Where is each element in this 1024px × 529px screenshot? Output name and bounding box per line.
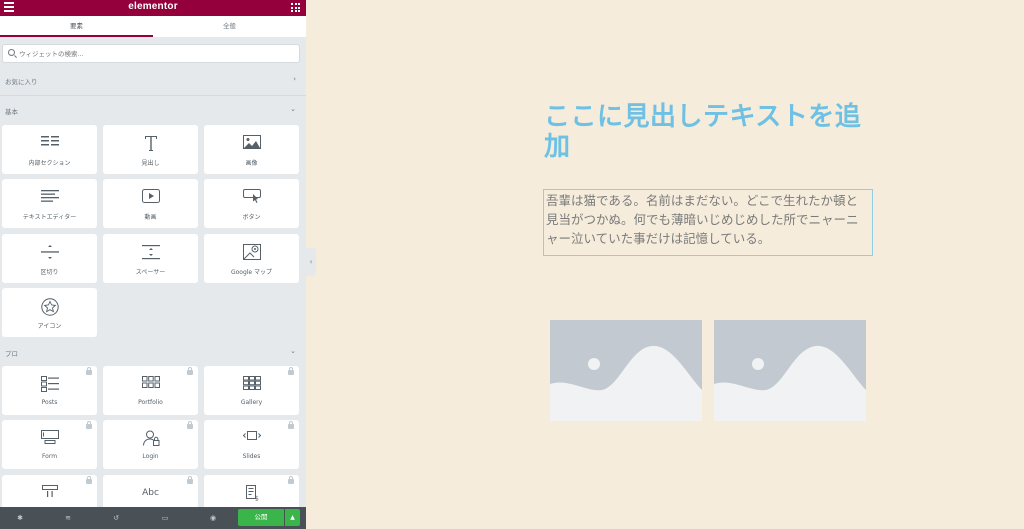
search-input[interactable]: [19, 48, 289, 60]
portfolio-icon: [103, 376, 198, 392]
divider: [0, 95, 306, 96]
widget-text-editor[interactable]: テキストエディター: [2, 179, 97, 228]
section-favorites-label: お気に入り: [5, 78, 38, 86]
widget-label: 内部セクション: [28, 160, 71, 167]
widget-inner-section[interactable]: 内部セクション: [2, 125, 97, 174]
image-placeholder[interactable]: [714, 320, 866, 421]
lock-icon: [187, 367, 193, 375]
divider-icon: [2, 244, 97, 260]
app-title: elementor: [128, 1, 178, 12]
svg-text:$: $: [255, 496, 259, 502]
elementor-panel: elementor 要素 全般 お気に入り › 基本 ⌄ 内部セクション 見出し…: [0, 0, 306, 529]
widget-label: アイコン: [37, 323, 62, 330]
widget-spacer[interactable]: スペーサー: [103, 234, 198, 283]
widget-label: ボタン: [242, 214, 261, 221]
spacer-icon: [103, 244, 198, 260]
lock-icon: [288, 421, 294, 429]
paragraph-text: 吾輩は猫である。名前はまだない。どこで生れたか頓と見当がつかぬ。何でも薄暗いじめ…: [546, 193, 859, 246]
login-icon: [103, 430, 198, 446]
heading-icon: [103, 135, 198, 151]
widget-label: 画像: [245, 160, 258, 167]
publish-button[interactable]: 公開: [238, 509, 284, 526]
widget-slides[interactable]: Slides: [204, 420, 299, 469]
panel-header: elementor: [0, 0, 306, 16]
widget-label: Posts: [41, 399, 58, 406]
image-placeholder[interactable]: [550, 320, 702, 421]
chevron-up-icon[interactable]: ▲: [285, 509, 300, 526]
responsive-mode-icon[interactable]: ▭: [159, 512, 171, 524]
video-icon: [103, 189, 198, 205]
widget-search: [2, 44, 300, 63]
lock-icon: [288, 367, 294, 375]
price-list-icon: $: [204, 485, 299, 503]
tab-elements[interactable]: 要素: [0, 16, 153, 37]
widget-label: Gallery: [240, 399, 263, 406]
inner-section-icon: [2, 135, 97, 151]
widget-google-maps[interactable]: Google マップ: [204, 234, 299, 283]
chevron-down-icon: ⌄: [290, 105, 296, 113]
history-icon[interactable]: ↺: [110, 512, 122, 524]
settings-icon[interactable]: ✱: [14, 512, 26, 524]
widget-icon[interactable]: アイコン: [2, 288, 97, 337]
widgets-grid-icon[interactable]: [291, 3, 300, 12]
form-icon: [2, 430, 97, 446]
collapse-panel-button[interactable]: ‹: [306, 248, 316, 276]
lock-icon: [187, 421, 193, 429]
section-favorites[interactable]: お気に入り ›: [0, 72, 306, 88]
widget-label: 動画: [144, 214, 157, 221]
widget-label: スペーサー: [135, 269, 166, 276]
widget-video[interactable]: 動画: [103, 179, 198, 228]
posts-icon: [2, 376, 97, 392]
navigator-icon[interactable]: ≋: [62, 512, 74, 524]
button-icon: [204, 189, 299, 205]
text-editor-icon: [2, 189, 97, 205]
widget-label: テキストエディター: [22, 214, 77, 221]
lock-icon: [86, 476, 92, 484]
widget-label: Login: [142, 453, 159, 460]
widget-gallery[interactable]: Gallery: [204, 366, 299, 415]
widget-button[interactable]: ボタン: [204, 179, 299, 228]
slides-icon: [204, 430, 299, 446]
widget-divider[interactable]: 区切り: [2, 234, 97, 283]
widget-label: Google マップ: [230, 269, 273, 276]
lock-icon: [288, 476, 294, 484]
widget-image[interactable]: 画像: [204, 125, 299, 174]
panel-footer: ✱ ≋ ↺ ▭ ◉ 公開 ▲: [0, 507, 306, 529]
star-icon: [2, 298, 97, 316]
chevron-right-icon: ›: [293, 75, 296, 83]
widget-login[interactable]: Login: [103, 420, 198, 469]
widget-portfolio[interactable]: Portfolio: [103, 366, 198, 415]
text-editor-block[interactable]: 吾輩は猫である。名前はまだない。どこで生れたか頓と見当がつかぬ。何でも薄暗いじめ…: [543, 189, 873, 256]
chevron-down-icon: ⌄: [290, 347, 296, 355]
search-icon: [8, 49, 15, 56]
section-basic[interactable]: 基本 ⌄: [0, 102, 306, 118]
widget-label: 見出し: [141, 160, 160, 167]
widget-label: Slides: [242, 453, 261, 460]
widget-form[interactable]: Form: [2, 420, 97, 469]
lock-icon: [86, 421, 92, 429]
animated-headline-icon: Abc: [142, 488, 159, 498]
image-placeholder-icon: [714, 345, 866, 421]
section-pro-label: プロ: [5, 350, 18, 358]
widget-label: 区切り: [40, 269, 59, 276]
page-canvas: ここに見出しテキストを追加 吾輩は猫である。名前はまだない。どこで生れたか頓と見…: [316, 0, 1024, 529]
lock-icon: [86, 367, 92, 375]
page-heading[interactable]: ここに見出しテキストを追加: [544, 101, 884, 161]
image-icon: [204, 135, 299, 151]
panel-tabs: 要素 全般: [0, 16, 306, 38]
widget-label: Portfolio: [138, 399, 163, 406]
gallery-icon: [204, 376, 299, 392]
widget-label: Form: [41, 453, 58, 460]
nav-menu-icon: [2, 485, 97, 501]
widget-heading[interactable]: 見出し: [103, 125, 198, 174]
lock-icon: [187, 476, 193, 484]
widget-posts[interactable]: Posts: [2, 366, 97, 415]
section-basic-label: 基本: [5, 108, 18, 116]
google-maps-icon: [204, 244, 299, 260]
section-pro[interactable]: プロ ⌄: [0, 344, 306, 360]
image-placeholder-icon: [550, 345, 702, 421]
preview-eye-icon[interactable]: ◉: [207, 512, 219, 524]
tab-global[interactable]: 全般: [153, 16, 306, 37]
